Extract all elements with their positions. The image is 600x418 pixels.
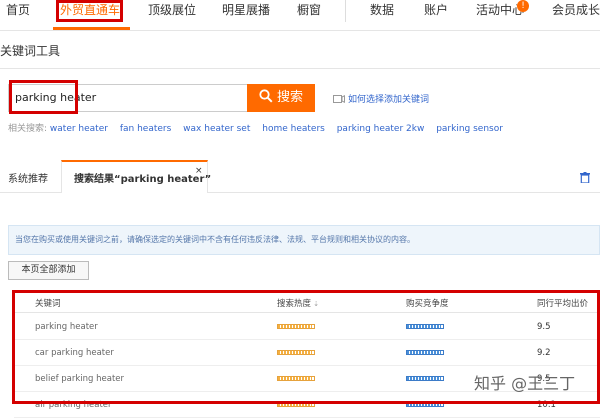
nav-item-account[interactable]: 账户 xyxy=(424,0,448,30)
related-term[interactable]: parking heater 2kw xyxy=(337,124,425,134)
active-tab-indicator xyxy=(53,27,130,30)
highlight-box-nav xyxy=(56,0,123,22)
watermark: 知乎 @王三丁 xyxy=(474,374,576,393)
close-icon[interactable]: × xyxy=(195,166,203,176)
howto-link[interactable]: 如何选择添加关键词 xyxy=(333,92,429,105)
nav-item-showcase[interactable]: 橱窗 xyxy=(297,0,321,30)
compliance-notice: 当您在购买或使用关键词之前，请确保选定的关键词中不含有任何违反法律、法规、平台规… xyxy=(8,225,600,255)
related-term[interactable]: wax heater set xyxy=(183,124,250,134)
search-button-label: 搜索 xyxy=(276,90,303,105)
page-title: 关键词工具 xyxy=(0,44,61,58)
related-term[interactable]: home heaters xyxy=(262,124,325,134)
notification-badge: ! xyxy=(517,0,529,12)
nav-item-home[interactable]: 首页 xyxy=(6,0,30,30)
related-term[interactable]: fan heaters xyxy=(120,124,171,134)
tab-system-recommend[interactable]: 系统推荐 xyxy=(8,170,48,185)
nav-item-top-booth[interactable]: 顶级展位 xyxy=(148,0,196,30)
search-button[interactable]: 搜索 xyxy=(247,84,315,112)
related-term[interactable]: parking sensor xyxy=(436,124,503,134)
related-searches-label: 相关搜索: xyxy=(8,124,48,134)
nav-item-data[interactable]: 数据 xyxy=(370,0,394,30)
nav-divider xyxy=(345,0,346,22)
add-all-button[interactable]: 本页全部添加 xyxy=(8,261,89,280)
trash-icon[interactable] xyxy=(580,172,590,183)
related-searches: 相关搜索: water heater fan heaters wax heate… xyxy=(8,121,512,134)
search-icon xyxy=(259,89,273,103)
divider xyxy=(0,68,600,69)
highlight-box-search xyxy=(9,80,78,114)
howto-link-label: 如何选择添加关键词 xyxy=(348,95,430,105)
video-icon xyxy=(333,95,345,103)
nav-item-star-show[interactable]: 明星展播 xyxy=(222,0,270,30)
nav-item-member-growth[interactable]: 会员成长 xyxy=(552,0,600,30)
tab-search-results-label: 搜索结果“parking heater” xyxy=(74,174,212,185)
related-term[interactable]: water heater xyxy=(50,124,108,134)
